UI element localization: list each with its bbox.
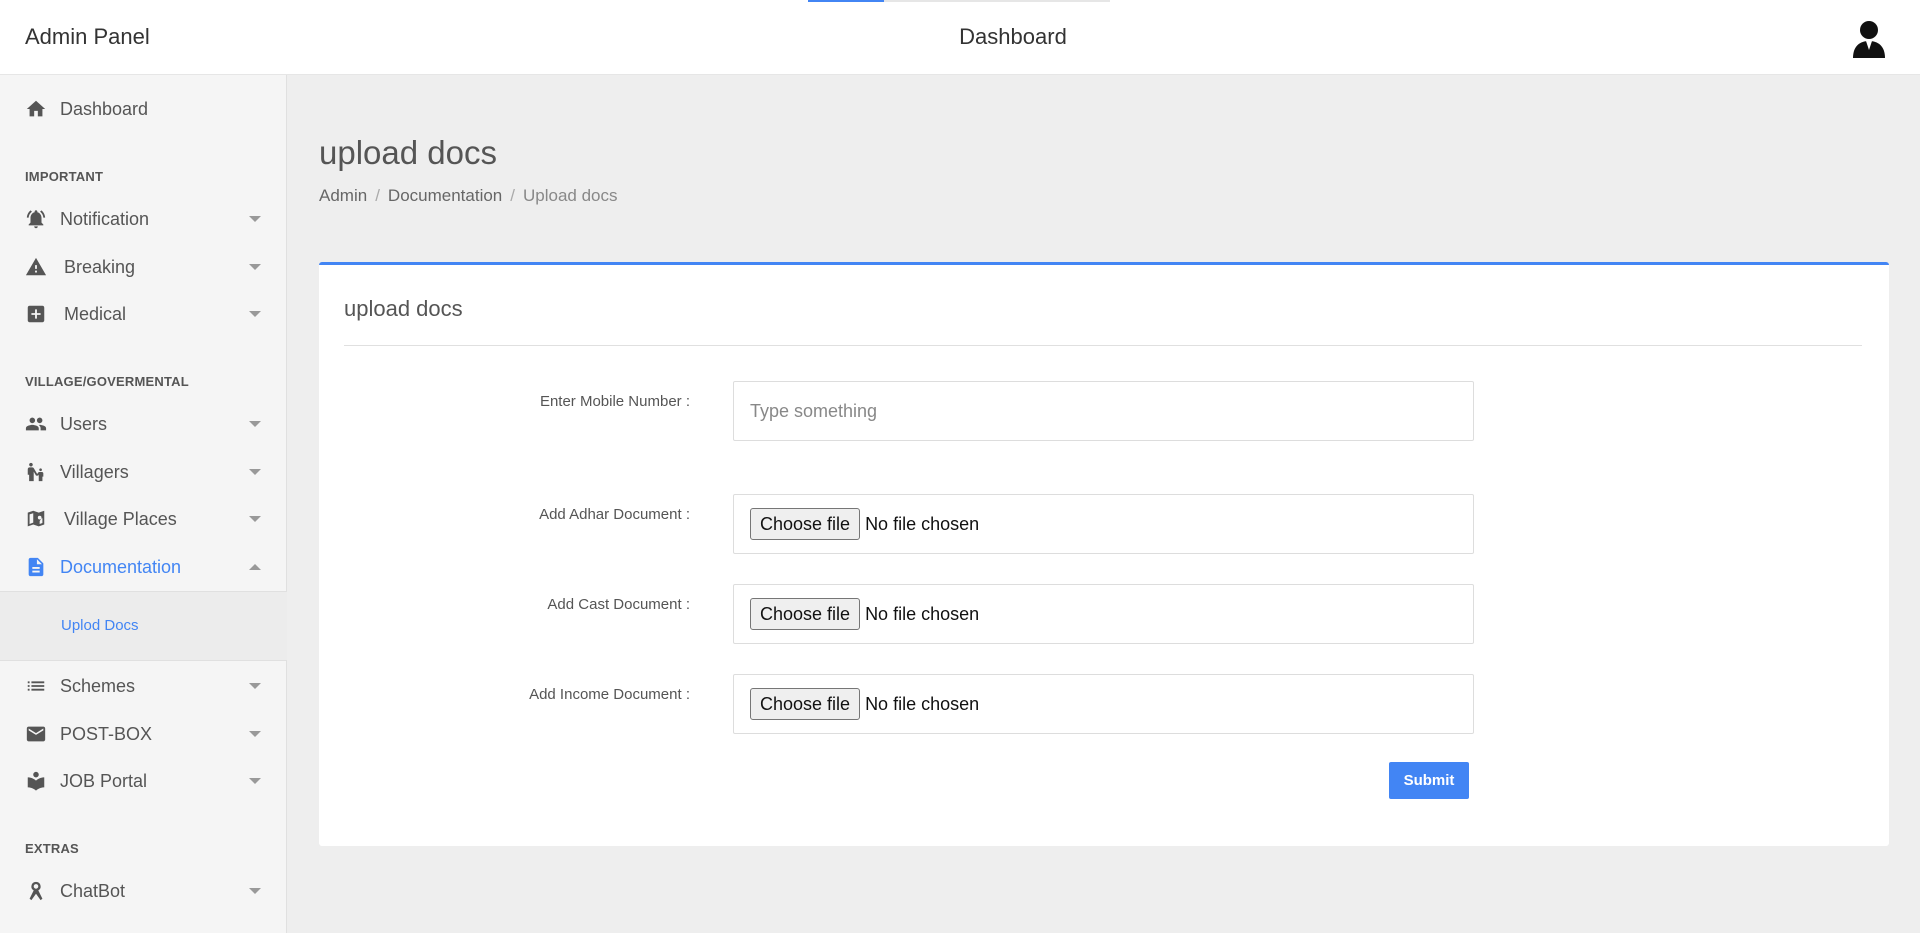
sidebar-section-important: IMPORTANT: [25, 169, 104, 184]
sidebar-item-schemes[interactable]: Schemes: [0, 664, 287, 708]
chevron-down-icon: [249, 731, 261, 737]
chevron-down-icon: [249, 421, 261, 427]
mail-icon: [25, 723, 47, 745]
chevron-down-icon: [249, 888, 261, 894]
adhar-file-status: No file chosen: [865, 513, 980, 534]
chevron-up-icon: [249, 564, 261, 570]
sidebar-item-label: Schemes: [60, 675, 136, 696]
upload-docs-card: upload docs Enter Mobile Number : Add Ad…: [319, 262, 1889, 846]
chevron-down-icon: [249, 311, 261, 317]
sidebar-item-label: JOB Portal: [60, 770, 148, 791]
medical-cross-icon: [25, 303, 47, 325]
people-icon: [25, 413, 47, 435]
reader-book-icon: [25, 770, 47, 792]
adhar-document-label: Add Adhar Document :: [539, 506, 690, 523]
sidebar-item-job-portal[interactable]: JOB Portal: [0, 759, 287, 803]
warning-icon: [25, 256, 47, 278]
sidebar-item-post-box[interactable]: POST-BOX: [0, 712, 287, 756]
sidebar-subitem-upload-docs[interactable]: Uplod Docs: [61, 617, 139, 634]
sidebar-item-village-places[interactable]: Village Places: [0, 497, 287, 541]
breadcrumb: Admin / Documentation / Upload docs: [319, 186, 618, 206]
user-avatar-icon[interactable]: [1852, 20, 1886, 58]
bell-alert-icon: [25, 208, 47, 230]
sidebar-item-chatbot[interactable]: ChatBot: [0, 869, 287, 913]
sidebar-item-medical[interactable]: Medical: [0, 292, 287, 336]
breadcrumb-documentation[interactable]: Documentation: [388, 186, 502, 206]
sidebar-item-label: Documentation: [60, 556, 182, 577]
header-title: Dashboard: [959, 24, 1067, 49]
cast-document-field: Choose file No file chosen: [733, 584, 1474, 644]
sidebar-section-extras: EXTRAS: [25, 841, 79, 856]
breadcrumb-current: Upload docs: [523, 186, 618, 205]
page-title: upload docs: [319, 134, 497, 171]
breadcrumb-separator: /: [375, 186, 380, 205]
sidebar-item-label: Breaking: [64, 256, 136, 277]
income-file-status: No file chosen: [865, 693, 980, 714]
sidebar-item-notification[interactable]: Notification: [0, 197, 287, 241]
mobile-number-label: Enter Mobile Number :: [539, 393, 690, 410]
adhar-choose-file-button[interactable]: Choose file: [750, 508, 861, 540]
chevron-down-icon: [249, 264, 261, 270]
family-icon: [25, 461, 47, 483]
income-document-label: Add Income Document :: [529, 686, 690, 703]
sidebar-item-villagers[interactable]: Villagers: [0, 450, 287, 494]
chevron-down-icon: [249, 469, 261, 475]
cast-choose-file-button[interactable]: Choose file: [750, 598, 861, 630]
sidebar-item-label: Medical: [64, 303, 127, 324]
top-navbar: Admin Panel Dashboard: [0, 0, 1920, 75]
sidebar-item-documentation[interactable]: Documentation: [0, 545, 287, 589]
document-icon: [25, 556, 47, 578]
adhar-document-field: Choose file No file chosen: [733, 494, 1474, 554]
chevron-down-icon: [249, 516, 261, 522]
sidebar: Dashboard IMPORTANT Notification Breakin…: [0, 75, 287, 933]
income-document-field: Choose file No file chosen: [733, 674, 1474, 734]
chevron-down-icon: [249, 216, 261, 222]
sidebar-section-village: VILLAGE/GOVERMENTAL: [25, 374, 189, 389]
card-title: upload docs: [344, 296, 463, 321]
sidebar-item-dashboard[interactable]: Dashboard: [0, 87, 287, 131]
home-icon: [25, 98, 47, 120]
chevron-down-icon: [249, 683, 261, 689]
sidebar-item-label: Village Places: [64, 508, 177, 529]
cast-file-status: No file chosen: [865, 603, 980, 624]
chatbot-icon: [25, 880, 47, 902]
chevron-down-icon: [249, 778, 261, 784]
income-choose-file-button[interactable]: Choose file: [750, 688, 861, 720]
mobile-number-input[interactable]: [750, 400, 1473, 422]
divider: [344, 345, 1862, 346]
sidebar-item-label: POST-BOX: [60, 723, 153, 744]
sidebar-item-label: ChatBot: [60, 880, 126, 901]
loading-progress-bar: [808, 0, 1110, 2]
sidebar-item-label: Villagers: [60, 461, 129, 482]
sidebar-item-breaking[interactable]: Breaking: [0, 245, 287, 289]
sidebar-item-label: Notification: [60, 208, 150, 229]
sidebar-item-users[interactable]: Users: [0, 402, 287, 446]
submit-button[interactable]: Submit: [1389, 762, 1469, 799]
sidebar-item-label: Dashboard: [60, 98, 149, 119]
map-place-icon: [25, 508, 47, 530]
mobile-number-field: [733, 381, 1474, 441]
breadcrumb-admin[interactable]: Admin: [319, 186, 367, 206]
sidebar-item-label: Users: [60, 413, 108, 434]
loading-progress-fill: [808, 0, 884, 2]
list-icon: [25, 675, 47, 697]
cast-document-label: Add Cast Document :: [547, 596, 690, 613]
documentation-submenu: Uplod Docs: [0, 591, 287, 661]
breadcrumb-separator: /: [510, 186, 515, 205]
